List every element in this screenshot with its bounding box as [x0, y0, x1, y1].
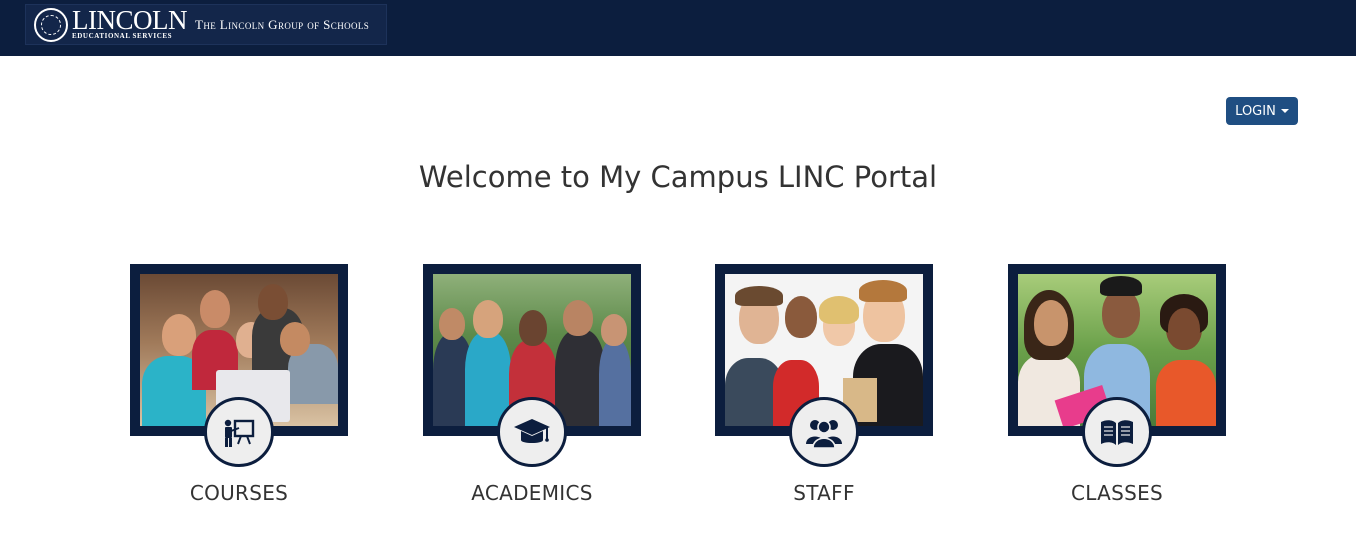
- tile-frame: [715, 264, 933, 467]
- tile-staff[interactable]: STAFF: [715, 264, 933, 505]
- login-label: LOGIN: [1235, 103, 1276, 119]
- caret-down-icon: [1280, 109, 1289, 113]
- book-badge: [1082, 397, 1152, 467]
- page-title: Welcome to My Campus LINC Portal: [418, 160, 938, 194]
- brand-name: LINCOLN: [72, 5, 187, 35]
- tile-courses[interactable]: COURSES: [130, 264, 348, 505]
- brand-tagline: The Lincoln Group of Schools: [194, 16, 370, 32]
- graduation-cap-icon: [514, 419, 550, 443]
- tile-frame: [1008, 264, 1226, 467]
- tile-frame: [130, 264, 348, 467]
- people-badge: [789, 397, 859, 467]
- brand-subtitle: Educational Services: [72, 32, 173, 40]
- tile-label: COURSES: [189, 481, 289, 505]
- presentation-icon: [224, 419, 255, 447]
- tile-classes[interactable]: CLASSES: [1008, 264, 1226, 505]
- brand-logo[interactable]: LINCOLN Educational Services The Lincoln…: [25, 4, 387, 45]
- tile-label: STAFF: [793, 481, 855, 505]
- seal-icon: [34, 7, 68, 42]
- people-icon: [806, 420, 842, 449]
- tile-academics[interactable]: ACADEMICS: [423, 264, 641, 505]
- graduation-badge: [497, 397, 567, 467]
- tile-frame: [423, 264, 641, 467]
- brand-wordmark: LINCOLN Educational Services: [72, 5, 187, 41]
- top-navbar: LINCOLN Educational Services The Lincoln…: [0, 0, 1356, 56]
- book-icon: [1101, 420, 1133, 445]
- login-dropdown-button[interactable]: LOGIN: [1226, 97, 1298, 125]
- tile-label: CLASSES: [1070, 481, 1164, 505]
- tile-label: ACADEMICS: [471, 481, 593, 505]
- presentation-badge: [204, 397, 274, 467]
